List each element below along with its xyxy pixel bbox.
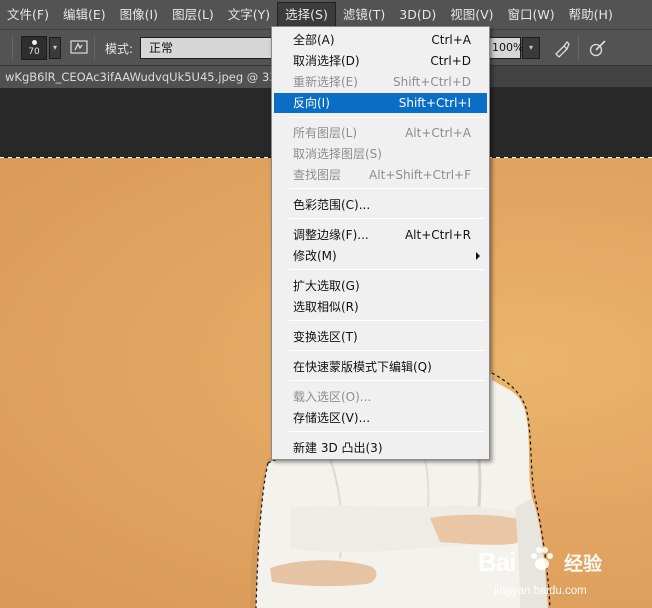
menu-separator (289, 218, 485, 219)
menu-separator (289, 380, 485, 381)
blend-mode-select[interactable]: 正常 (140, 37, 274, 59)
menu-separator (289, 117, 485, 118)
opacity-dropdown[interactable]: ▾ (522, 37, 540, 59)
document-tab[interactable]: wKgB6lR_CEOAc3ifAAWudvqUk5U45.jpeg @ 33.… (0, 66, 282, 88)
options-divider (94, 36, 95, 60)
menu-item-label: 所有图层(L) (293, 126, 358, 140)
menu-type[interactable]: 文字(Y) (221, 1, 277, 29)
menu-item-label: 反向(I) (293, 96, 330, 110)
menu-item-label: 重新选择(E) (293, 75, 358, 89)
menu-item-shortcut: Ctrl+D (430, 54, 471, 68)
menu-item-label: 载入选区(O)... (293, 390, 372, 404)
brush-panel-icon (70, 40, 88, 54)
menu-item-quick-mask-edit[interactable]: 在快速蒙版模式下编辑(Q) (274, 357, 487, 377)
menu-item-label: 查找图层 (293, 168, 342, 182)
menu-3d[interactable]: 3D(D) (392, 1, 443, 29)
menu-item-find-layers: 查找图层 Alt+Shift+Ctrl+F (274, 165, 487, 185)
menu-item-label: 色彩范围(C)... (293, 198, 371, 212)
menu-select[interactable]: 选择(S) (277, 1, 336, 28)
menu-separator (289, 269, 485, 270)
menu-item-similar[interactable]: 选取相似(R) (274, 297, 487, 317)
baidu-watermark: Bai 经验 jingyan.baidu.com (478, 533, 648, 603)
airbrush-toggle-button[interactable] (552, 38, 572, 58)
menu-item-label: 在快速蒙版模式下编辑(Q) (293, 360, 432, 374)
menu-window[interactable]: 窗口(W) (501, 1, 562, 29)
menu-separator (289, 431, 485, 432)
menu-item-label: 调整边缘(F)... (293, 228, 369, 242)
menu-item-shortcut: Alt+Ctrl+R (404, 228, 471, 242)
menu-item-label: 扩大选取(G) (293, 279, 360, 293)
menu-item-label: 存储选区(V)... (293, 411, 371, 425)
menu-item-inverse[interactable]: 反向(I) Shift+Ctrl+I (274, 93, 487, 113)
menu-item-shortcut: Shift+Ctrl+I (398, 96, 471, 110)
menu-item-label: 新建 3D 凸出(3) (293, 441, 383, 455)
menu-view[interactable]: 视图(V) (443, 1, 500, 29)
menu-item-load-selection: 载入选区(O)... (274, 387, 487, 407)
menu-item-label: 选取相似(R) (293, 300, 359, 314)
menu-item-select-all[interactable]: 全部(A) Ctrl+A (274, 30, 487, 50)
menu-item-label: 取消选择(D) (293, 54, 360, 68)
pressure-toggle-button[interactable] (588, 38, 608, 58)
menu-file[interactable]: 文件(F) (0, 1, 56, 29)
watermark-url: jingyan.baidu.com (494, 585, 587, 597)
menu-item-new-3d-extrusion[interactable]: 新建 3D 凸出(3) (274, 438, 487, 458)
options-divider (578, 36, 579, 60)
menu-layer[interactable]: 图层(L) (165, 1, 221, 29)
brush-picker-dropdown[interactable]: ▾ (49, 37, 61, 59)
menu-help[interactable]: 帮助(H) (562, 1, 620, 29)
brush-tip-icon (32, 40, 37, 45)
menu-item-transform-selection[interactable]: 变换选区(T) (274, 327, 487, 347)
options-divider (12, 36, 13, 60)
menu-edit[interactable]: 编辑(E) (56, 1, 113, 29)
menu-item-deselect-layers: 取消选择图层(S) (274, 144, 487, 164)
watermark-brand-cn: 经验 (564, 553, 603, 575)
menu-item-all-layers: 所有图层(L) Alt+Ctrl+A (274, 123, 487, 143)
watermark-brand: Bai (478, 547, 516, 577)
mode-label: 模式: (105, 42, 134, 56)
menu-item-label: 取消选择图层(S) (293, 147, 382, 161)
menu-item-save-selection[interactable]: 存储选区(V)... (274, 408, 487, 428)
menu-separator (289, 350, 485, 351)
opacity-input[interactable]: 100% (489, 37, 523, 59)
menu-item-grow[interactable]: 扩大选取(G) (274, 276, 487, 296)
menu-filter[interactable]: 滤镜(T) (336, 1, 392, 29)
menu-item-reselect: 重新选择(E) Shift+Ctrl+D (274, 72, 487, 92)
brush-size-preview[interactable]: 70 (21, 36, 47, 60)
paw-logo-icon (531, 547, 553, 570)
select-menu-dropdown: 全部(A) Ctrl+A 取消选择(D) Ctrl+D 重新选择(E) Shift+Ctr… (271, 26, 490, 460)
brush-panel-toggle-button[interactable] (70, 39, 88, 55)
submenu-arrow-icon (476, 252, 480, 260)
pressure-icon (589, 40, 606, 57)
menu-item-deselect[interactable]: 取消选择(D) Ctrl+D (274, 51, 487, 71)
menu-item-modify[interactable]: 修改(M) (274, 246, 487, 266)
menu-item-shortcut: Ctrl+A (431, 33, 471, 47)
menu-item-label: 变换选区(T) (293, 330, 358, 344)
menu-item-shortcut: Alt+Ctrl+A (405, 126, 471, 140)
menu-item-color-range[interactable]: 色彩范围(C)... (274, 195, 487, 215)
menu-separator (289, 320, 485, 321)
menu-separator (289, 188, 485, 189)
brush-size-value: 70 (28, 47, 40, 57)
menu-item-shortcut: Alt+Shift+Ctrl+F (369, 168, 471, 182)
menu-image[interactable]: 图像(I) (113, 1, 165, 29)
menu-item-label: 全部(A) (293, 33, 335, 47)
airbrush-icon (555, 41, 570, 58)
menu-item-label: 修改(M) (293, 249, 337, 263)
menu-item-refine-edge[interactable]: 调整边缘(F)... Alt+Ctrl+R (274, 225, 487, 245)
menu-item-shortcut: Shift+Ctrl+D (393, 75, 471, 89)
